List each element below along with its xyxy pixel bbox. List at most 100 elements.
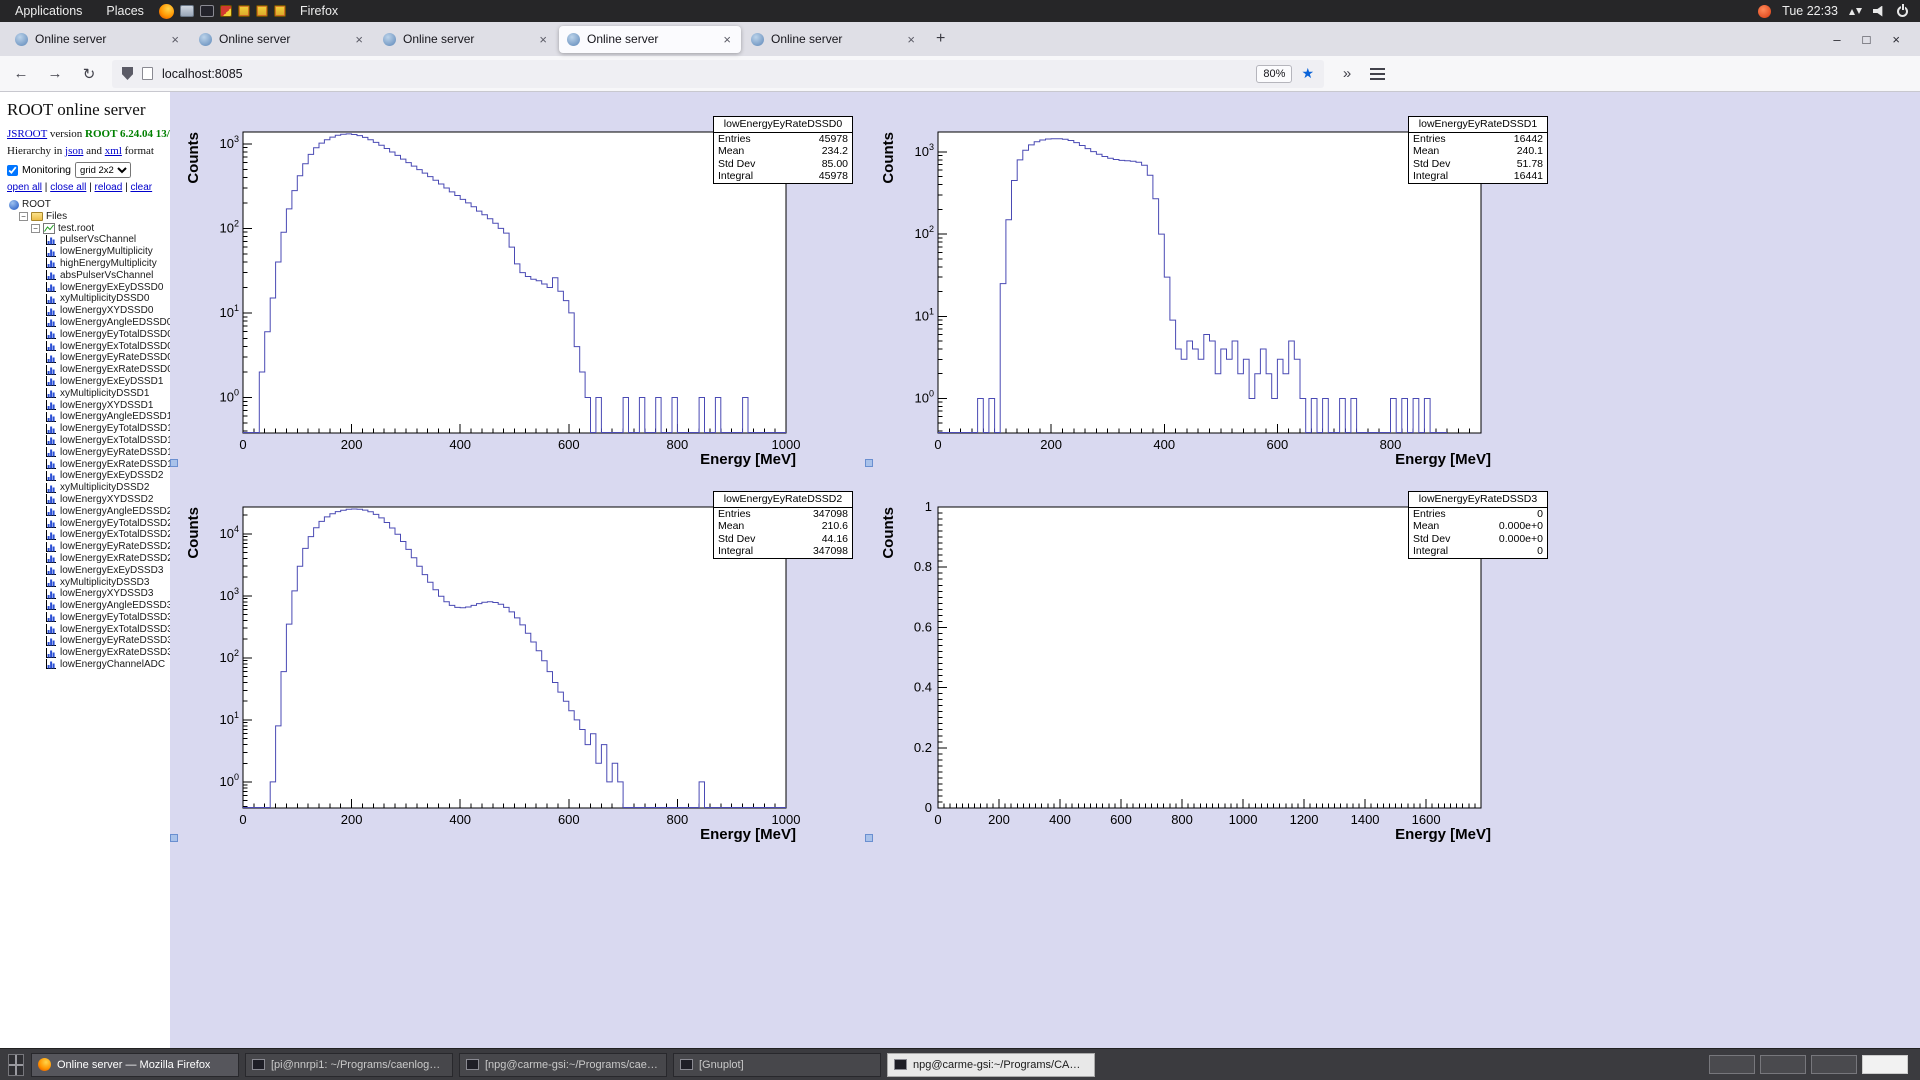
workspace-pager[interactable] — [1709, 1055, 1912, 1074]
tree-item-highEnergyMultiplicity[interactable]: highEnergyMultiplicity — [7, 258, 170, 270]
tab-close-icon[interactable]: × — [353, 32, 365, 47]
bookmark-star-icon[interactable]: ★ — [1301, 65, 1314, 82]
stats-box[interactable]: lowEnergyEyRateDSSD3 Entries 0 Mean 0.000e+0… — [1408, 491, 1548, 559]
workspace-cell[interactable] — [1760, 1055, 1806, 1074]
tree-item-lowEnergyChannelADC[interactable]: lowEnergyChannelADC — [7, 659, 170, 671]
tree-node-file[interactable]: − test.root — [7, 223, 170, 235]
applications-menu[interactable]: Applications — [6, 4, 91, 18]
tree-item-lowEnergyExEyDSSD1[interactable]: lowEnergyExEyDSSD1 — [7, 376, 170, 388]
tree-item-lowEnergyXYDSSD1[interactable]: lowEnergyXYDSSD1 — [7, 400, 170, 412]
new-tab-button[interactable]: + — [926, 30, 955, 48]
tab-close-icon[interactable]: × — [905, 32, 917, 47]
tree-item-lowEnergyMultiplicity[interactable]: lowEnergyMultiplicity — [7, 246, 170, 258]
notification-icon[interactable] — [1758, 4, 1772, 18]
tree-expander-icon[interactable]: − — [19, 212, 28, 222]
resize-handle[interactable] — [170, 834, 178, 842]
taskbar-window-button[interactable]: [pi@nnrpi1: ~/Programs/caenlogger] — [245, 1052, 453, 1077]
stats-box[interactable]: lowEnergyEyRateDSSD1 Entries 16442 Mean 240.… — [1408, 116, 1548, 184]
taskbar-window-button[interactable]: [npg@carme-gsi:~/Programs/caenlo... — [459, 1052, 667, 1077]
tree-item-lowEnergyEyRateDSSD0[interactable]: lowEnergyEyRateDSSD0 — [7, 352, 170, 364]
browser-tab[interactable]: Online server × — [7, 26, 189, 53]
taskbar-window-button[interactable]: npg@carme-gsi:~/Programs/CARME... — [887, 1052, 1095, 1077]
histogram-panel-lowEnergyEyRateDSSD0[interactable]: 0 200 400 600 800 1000 100 101 102 103 Energy [MeV… — [170, 92, 865, 467]
action-open-all[interactable]: open all — [7, 182, 42, 193]
tab-close-icon[interactable]: × — [537, 32, 549, 47]
reload-button[interactable]: ↻ — [78, 65, 100, 83]
tab-close-icon[interactable]: × — [721, 32, 733, 47]
zoom-level-badge[interactable]: 80% — [1256, 64, 1293, 83]
url-bar[interactable]: localhost:8085 80% ★ — [112, 59, 1324, 88]
menu-hamburger-icon[interactable] — [1370, 67, 1385, 80]
tree-item-lowEnergyXYDSSD3[interactable]: lowEnergyXYDSSD3 — [7, 588, 170, 600]
resize-handle[interactable] — [865, 459, 873, 467]
network-icon[interactable] — [1849, 6, 1862, 17]
tree-item-lowEnergyXYDSSD0[interactable]: lowEnergyXYDSSD0 — [7, 305, 170, 317]
tab-close-icon[interactable]: × — [169, 32, 181, 47]
taskbar-window-button[interactable]: Online server — Mozilla Firefox — [31, 1052, 239, 1077]
tree-node-root[interactable]: ROOT — [7, 199, 170, 211]
firefox-launcher-icon[interactable] — [158, 3, 174, 19]
tree-item-lowEnergyEyRateDSSD3[interactable]: lowEnergyEyRateDSSD3 — [7, 635, 170, 647]
tree-item-lowEnergyEyTotalDSSD3[interactable]: lowEnergyEyTotalDSSD3 — [7, 612, 170, 624]
tree-item-lowEnergyExRateDSSD2[interactable]: lowEnergyExRateDSSD2 — [7, 553, 170, 565]
close-button[interactable]: × — [1892, 32, 1900, 47]
jsroot-link[interactable]: JSROOT — [7, 128, 47, 140]
app-icon[interactable] — [273, 5, 286, 17]
monitoring-checkbox[interactable] — [7, 164, 18, 176]
browser-tab[interactable]: Online server × — [375, 26, 557, 53]
taskbar-window-button[interactable]: [Gnuplot] — [673, 1052, 881, 1077]
xml-link[interactable]: xml — [105, 145, 122, 157]
page-info-icon[interactable] — [142, 67, 153, 80]
tree-expander-icon[interactable]: − — [31, 223, 40, 233]
tree-item-lowEnergyAngleEDSSD1[interactable]: lowEnergyAngleEDSSD1 — [7, 411, 170, 423]
tree-item-lowEnergyAngleEDSSD0[interactable]: lowEnergyAngleEDSSD0 — [7, 317, 170, 329]
tree-item-lowEnergyAngleEDSSD3[interactable]: lowEnergyAngleEDSSD3 — [7, 600, 170, 612]
show-desktop-button[interactable] — [8, 1053, 24, 1076]
tree-item-xyMultiplicityDSSD2[interactable]: xyMultiplicityDSSD2 — [7, 482, 170, 494]
overflow-menu-icon[interactable]: » — [1336, 65, 1358, 82]
browser-tab[interactable]: Online server × — [559, 25, 741, 53]
stats-box[interactable]: lowEnergyEyRateDSSD2 Entries 347098 Mean 210… — [713, 491, 853, 559]
resize-handle[interactable] — [170, 459, 178, 467]
tree-item-lowEnergyEyRateDSSD2[interactable]: lowEnergyEyRateDSSD2 — [7, 541, 170, 553]
minimize-button[interactable]: – — [1833, 32, 1840, 47]
shield-icon[interactable] — [122, 67, 133, 80]
action-close-all[interactable]: close all — [50, 182, 86, 193]
tree-item-lowEnergyExRateDSSD0[interactable]: lowEnergyExRateDSSD0 — [7, 364, 170, 376]
tree-item-lowEnergyExRateDSSD3[interactable]: lowEnergyExRateDSSD3 — [7, 647, 170, 659]
tree-node-files[interactable]: − Files — [7, 211, 170, 223]
tree-item-lowEnergyExEyDSSD3[interactable]: lowEnergyExEyDSSD3 — [7, 565, 170, 577]
tree-item-lowEnergyExTotalDSSD0[interactable]: lowEnergyExTotalDSSD0 — [7, 341, 170, 353]
action-clear[interactable]: clear — [130, 182, 152, 193]
terminal-launcher-icon[interactable] — [199, 5, 214, 17]
tree-item-lowEnergyExEyDSSD2[interactable]: lowEnergyExEyDSSD2 — [7, 470, 170, 482]
maximize-button[interactable]: □ — [1863, 32, 1871, 47]
tree-item-xyMultiplicityDSSD0[interactable]: xyMultiplicityDSSD0 — [7, 293, 170, 305]
app-icon[interactable] — [255, 5, 268, 17]
histogram-panel-lowEnergyEyRateDSSD3[interactable]: 0 200 400 600 800 1000 1200 1400 1600 0 0.2 0.4 0.6 0… — [865, 467, 1560, 842]
tree-item-lowEnergyEyTotalDSSD0[interactable]: lowEnergyEyTotalDSSD0 — [7, 329, 170, 341]
browser-tab[interactable]: Online server × — [191, 26, 373, 53]
file-manager-icon[interactable] — [179, 5, 194, 17]
tree-item-absPulserVsChannel[interactable]: absPulserVsChannel — [7, 270, 170, 282]
tree-item-lowEnergyEyRateDSSD1[interactable]: lowEnergyEyRateDSSD1 — [7, 447, 170, 459]
back-button[interactable]: ← — [10, 65, 32, 82]
power-icon[interactable] — [1897, 3, 1908, 17]
browser-tab[interactable]: Online server × — [743, 26, 925, 53]
workspace-cell[interactable] — [1709, 1055, 1755, 1074]
tree-item-lowEnergyAngleEDSSD2[interactable]: lowEnergyAngleEDSSD2 — [7, 506, 170, 518]
tree-item-xyMultiplicityDSSD3[interactable]: xyMultiplicityDSSD3 — [7, 577, 170, 589]
action-reload[interactable]: reload — [94, 182, 122, 193]
workspace-cell[interactable] — [1862, 1055, 1908, 1074]
tree-item-lowEnergyExEyDSSD0[interactable]: lowEnergyExEyDSSD0 — [7, 282, 170, 294]
histogram-panel-lowEnergyEyRateDSSD1[interactable]: 0 200 400 600 800 100 101 102 103 Energy [MeV] Cou… — [865, 92, 1560, 467]
resize-handle[interactable] — [865, 834, 873, 842]
tree-item-xyMultiplicityDSSD1[interactable]: xyMultiplicityDSSD1 — [7, 388, 170, 400]
app-icon[interactable] — [219, 5, 232, 17]
places-menu[interactable]: Places — [97, 4, 153, 18]
tree-item-lowEnergyExRateDSSD1[interactable]: lowEnergyExRateDSSD1 — [7, 459, 170, 471]
volume-icon[interactable] — [1873, 5, 1883, 17]
tree-item-lowEnergyExTotalDSSD1[interactable]: lowEnergyExTotalDSSD1 — [7, 435, 170, 447]
forward-button[interactable]: → — [44, 65, 66, 82]
workspace-cell[interactable] — [1811, 1055, 1857, 1074]
